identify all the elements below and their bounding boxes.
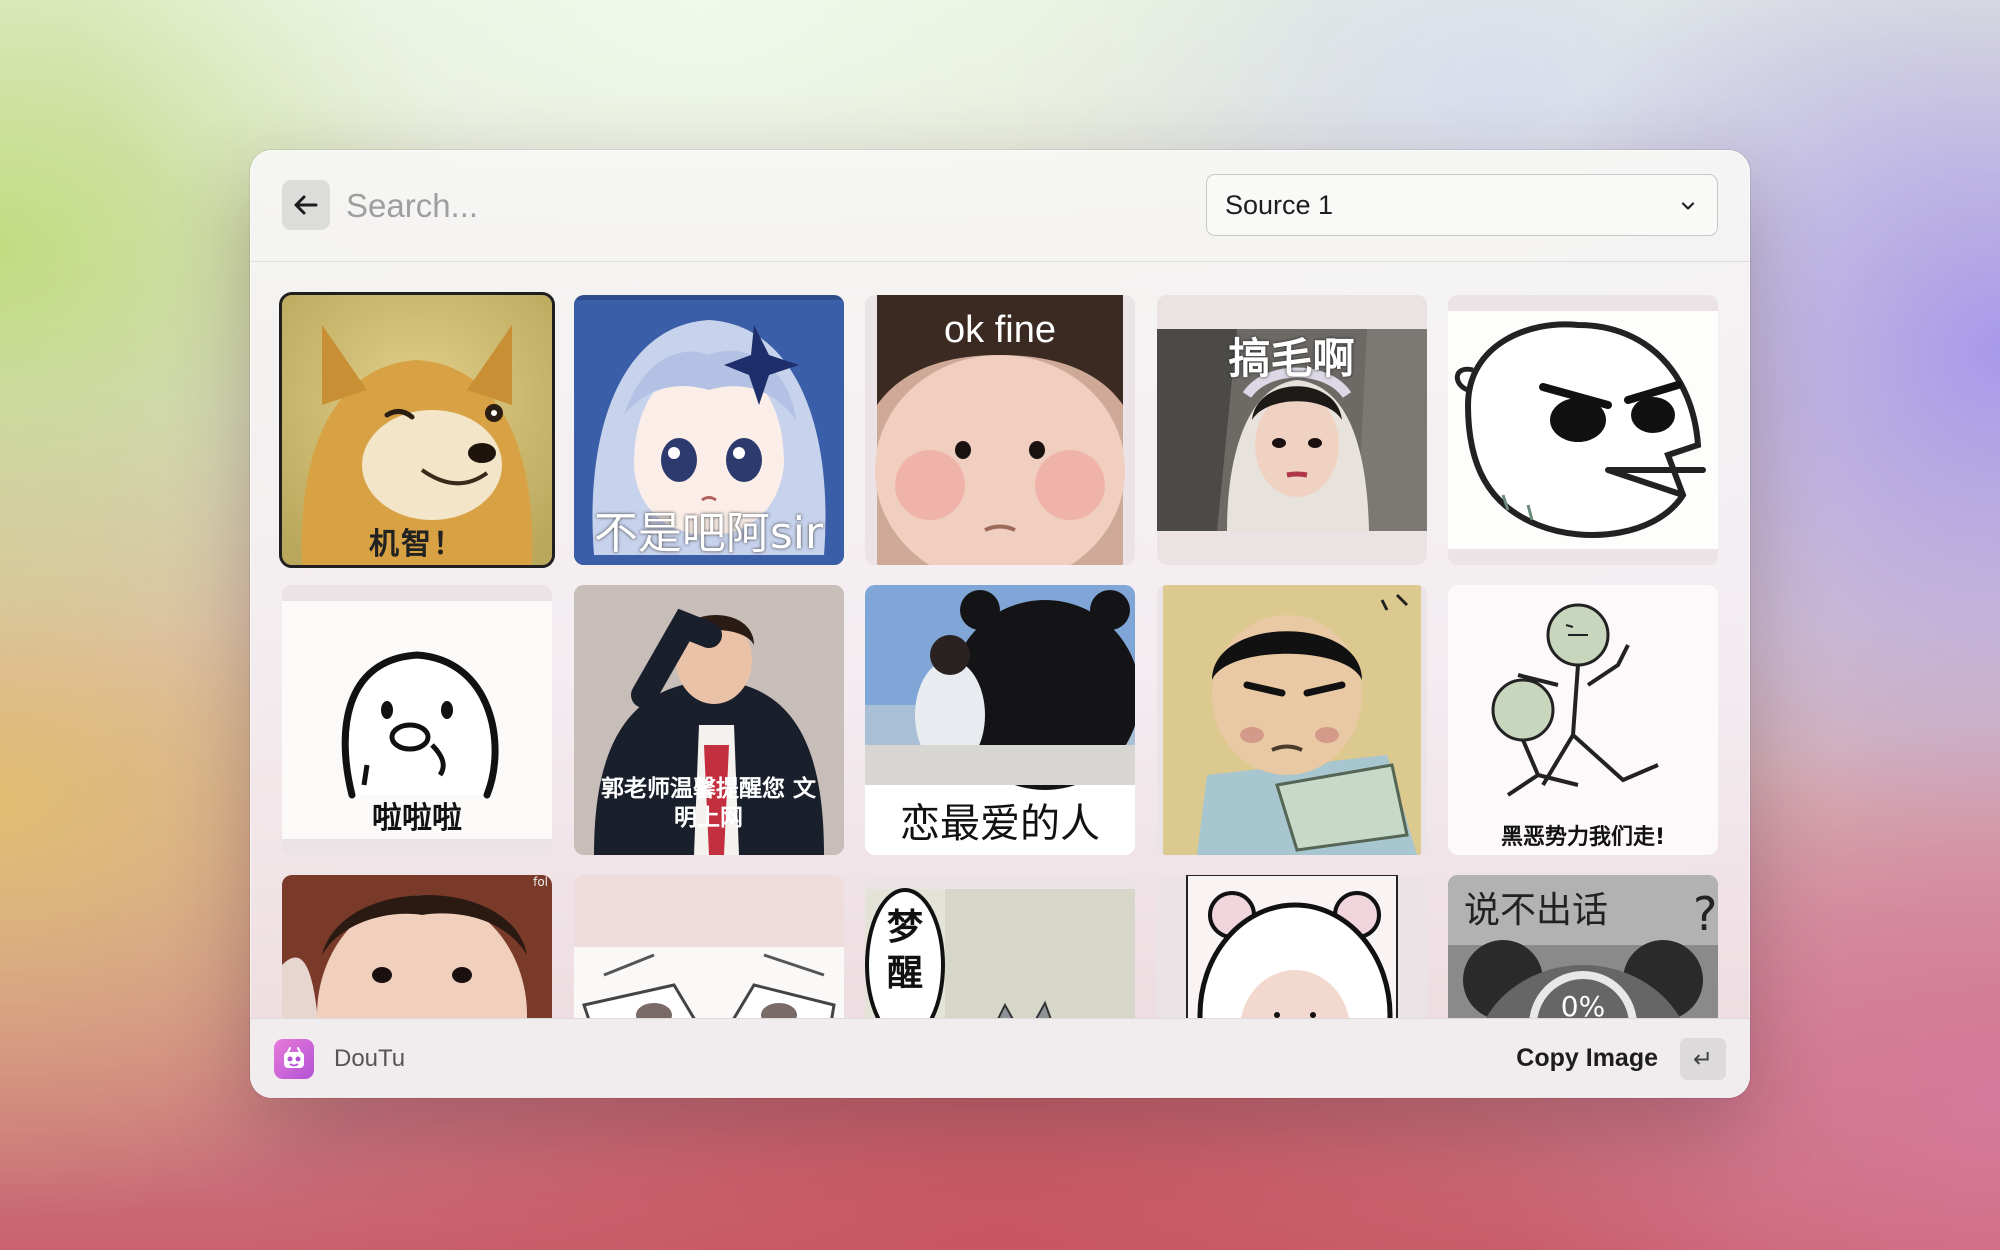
sticker-caption: 黑恶势力我们走! (1500, 825, 1666, 850)
sticker-item-cartoon-boy[interactable] (1156, 585, 1427, 855)
sticker-caption: 不是吧阿sir (593, 508, 824, 559)
sticker-item-comic-cat[interactable]: 梦醒 (865, 875, 1135, 1018)
svg-text:?: ? (1693, 887, 1717, 941)
copy-image-button[interactable]: Copy Image (1516, 1044, 1658, 1073)
sticker-caption: 机智！ (369, 527, 465, 562)
enter-key-icon[interactable]: ↵ (1680, 1038, 1726, 1080)
doutu-window: Source 1 (250, 150, 1750, 1098)
doutu-app-icon (274, 1039, 314, 1079)
enter-key-glyph: ↵ (1692, 1045, 1714, 1073)
anime-eyes-image (573, 875, 844, 1018)
sticker-item-panda-loading[interactable]: ? 说不出话 0% (1448, 875, 1718, 1018)
stick-men-running-image (1448, 585, 1718, 855)
bear-hood-face-image (1156, 875, 1427, 1018)
sticker-item-bear-hood[interactable] (1156, 875, 1427, 1018)
sticker-item-doge[interactable]: 机智！ (279, 292, 555, 568)
sticker-item-saluting-woman[interactable]: 郭老师温馨提醒您 文明上网 (573, 585, 844, 855)
sticker-caption: 啦啦啦 (372, 801, 462, 836)
sticker-caption: 梦醒 (886, 907, 923, 994)
sticker-item-stick-men[interactable]: 黑恶势力我们走! (1448, 585, 1718, 855)
sticker-grid: 机智！ 不是吧阿sir ok fine 搞毛啊 啦啦啦 郭老师温馨提醒您 文明上… (279, 292, 1718, 1018)
sticker-item-anime-eyes[interactable] (573, 875, 844, 1018)
sticker-grid-viewport: 机智！ 不是吧阿sir ok fine 搞毛啊 啦啦啦 郭老师温馨提醒您 文明上… (250, 150, 1750, 1018)
sticker-item-drama-lady[interactable]: 搞毛啊 (1156, 295, 1427, 565)
sticker-caption: 搞毛啊 (1228, 334, 1355, 383)
sticker-caption: 恋最爱的人 (900, 801, 1100, 847)
angry-bird-sketch-image (1448, 295, 1718, 565)
watermark-text: fol (533, 875, 548, 889)
action-bar: DouTu Copy Image ↵ (250, 1018, 1750, 1098)
sticker-item-kumamon[interactable]: 恋最爱的人 (865, 585, 1135, 855)
sticker-item-angry-bird[interactable] (1448, 295, 1718, 565)
sticker-caption: 说不出话 (1464, 890, 1609, 931)
app-name: DouTu (334, 1045, 406, 1072)
sticker-caption: 郭老师温馨提醒您 文明上网 (600, 776, 816, 831)
loading-percent: 0% (1560, 990, 1606, 1018)
sticker-item-chubby-baby[interactable]: ok fine (865, 295, 1135, 565)
sticker-item-anime-girl[interactable]: 不是吧阿sir (573, 295, 844, 565)
sticker-item-baby-face[interactable]: fol (282, 875, 552, 1018)
baby-face-image (282, 875, 552, 1018)
cartoon-boy-desk-image (1156, 585, 1427, 855)
sticker-caption: ok fine (944, 309, 1056, 351)
sticker-item-blob-chick[interactable]: 啦啦啦 (282, 585, 552, 855)
